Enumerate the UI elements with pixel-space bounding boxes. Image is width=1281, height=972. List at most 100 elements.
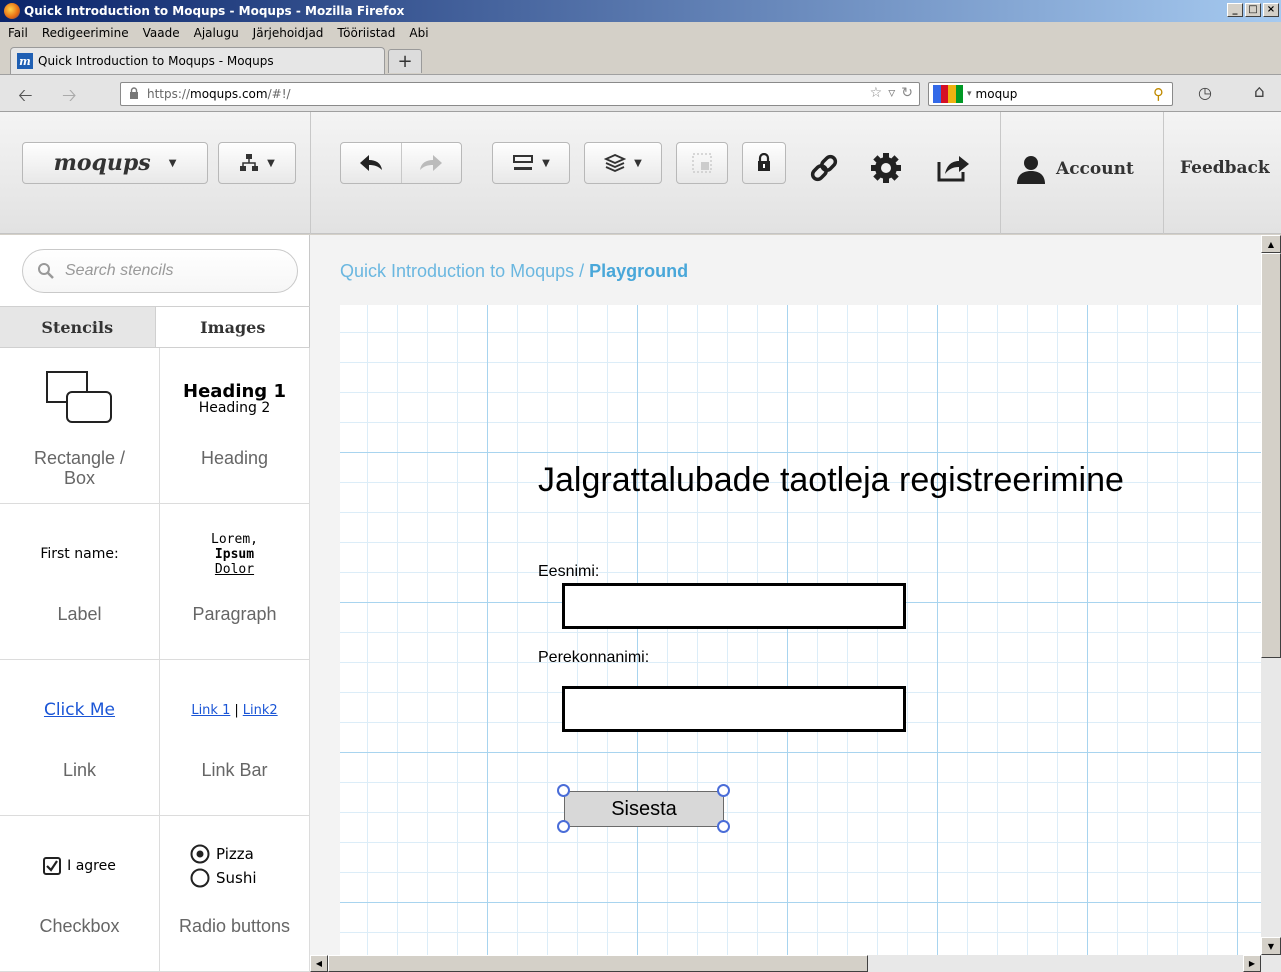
stencil-caption: Checkbox <box>39 916 120 936</box>
redo-button[interactable] <box>402 143 462 183</box>
menu-edit[interactable]: Redigeerimine <box>42 26 129 40</box>
bookmark-star-icon[interactable]: ☆ <box>870 85 883 101</box>
history-icon[interactable]: ◷ <box>1198 83 1212 102</box>
menu-tools[interactable]: Tööriistad <box>337 26 395 40</box>
stencil-caption: Rectangle / Box <box>33 448 126 488</box>
menu-bookmarks[interactable]: Järjehoidjad <box>253 26 324 40</box>
logo-menu-button[interactable]: moqups ▼ <box>22 142 208 184</box>
mockup-last-name-label[interactable]: Perekonnanimi: <box>538 649 649 667</box>
share-button[interactable] <box>935 152 971 187</box>
home-icon[interactable]: ⌂ <box>1254 82 1265 102</box>
heading-2-preview: Heading 2 <box>198 399 271 416</box>
dropdown-arrow-icon[interactable]: ▿ <box>888 85 895 101</box>
close-button[interactable]: × <box>1263 3 1279 17</box>
resize-handle-bottom-left[interactable] <box>557 820 570 833</box>
link-bar-separator: | <box>234 702 239 718</box>
horizontal-scrollbar[interactable]: ◀ ▶ <box>310 955 1281 972</box>
search-engine-dropdown-icon[interactable]: ▾ <box>967 89 972 99</box>
stencil-grid: Rectangle / Box Heading 1 Heading 2 Head… <box>0 348 310 972</box>
link-bar-preview-b: Link2 <box>242 702 278 718</box>
stencil-checkbox[interactable]: I agree Checkbox <box>0 816 160 972</box>
tab-stencils[interactable]: Stencils <box>0 307 156 347</box>
stencil-caption: Heading <box>200 448 269 468</box>
resize-handle-bottom-right[interactable] <box>717 820 730 833</box>
stencil-sidebar: Search stencils Stencils Images Rectangl… <box>0 235 310 972</box>
align-icon <box>513 155 534 170</box>
scroll-left-icon[interactable]: ◀ <box>310 955 328 972</box>
resize-handle-top-right[interactable] <box>717 784 730 797</box>
tab-title: Quick Introduction to Moqups - Moqups <box>38 54 274 68</box>
breadcrumb-page[interactable]: Playground <box>589 261 688 281</box>
link-button[interactable] <box>808 152 840 187</box>
stencil-tabs: Stencils Images <box>0 306 310 348</box>
lock-button[interactable] <box>742 142 786 184</box>
undo-redo-group <box>340 142 462 184</box>
mockup-first-name-label[interactable]: Eesnimi: <box>538 563 599 581</box>
search-bar[interactable]: ▾ moqup ⚲ <box>928 82 1173 106</box>
rectangle-icon <box>45 371 112 423</box>
forward-arrow-icon[interactable]: 🡢 <box>62 83 77 113</box>
label-preview: First name: <box>40 546 119 562</box>
undo-button[interactable] <box>341 143 402 183</box>
maximize-button[interactable]: □ <box>1245 3 1261 17</box>
group-button[interactable] <box>676 142 728 184</box>
tab-images[interactable]: Images <box>156 307 311 347</box>
stencil-radio-buttons[interactable]: Pizza Sushi Radio buttons <box>160 816 310 972</box>
layers-button[interactable]: ▼ <box>584 142 662 184</box>
address-bar[interactable]: https://moqups.com/#!/ ☆ ▿ ↻ <box>120 82 920 106</box>
stencil-link[interactable]: Click Me Link <box>0 660 160 816</box>
stencil-label[interactable]: First name: Label <box>0 504 160 660</box>
moqups-favicon-icon: m <box>17 53 33 69</box>
stencil-caption: Radio buttons <box>178 916 291 936</box>
menu-help[interactable]: Abi <box>409 26 428 40</box>
group-icon <box>692 153 712 173</box>
settings-button[interactable] <box>870 152 902 187</box>
canvas-area: Quick Introduction to Moqups / Playgroun… <box>310 235 1261 955</box>
menu-file[interactable]: Fail <box>8 26 28 40</box>
feedback-button[interactable]: Feedback <box>1180 158 1270 178</box>
stencil-heading[interactable]: Heading 1 Heading 2 Heading <box>160 348 310 504</box>
stencil-paragraph[interactable]: Lorem, Ipsum Dolor Paragraph <box>160 504 310 660</box>
toolbar: moqups ▼ ▼ ▼ ▼ Account Feedback <box>0 112 1281 234</box>
menu-history[interactable]: Ajalugu <box>194 26 239 40</box>
design-canvas[interactable]: Jalgrattalubade taotleja registreerimine… <box>340 305 1261 955</box>
radio-option-label: Sushi <box>216 869 257 887</box>
tab-bar: m Quick Introduction to Moqups - Moqups … <box>0 44 1281 74</box>
back-arrow-icon[interactable]: 🡠 <box>18 83 33 113</box>
menu-view[interactable]: Vaade <box>143 26 180 40</box>
stencil-caption: Paragraph <box>192 604 277 624</box>
lock-icon <box>130 87 138 99</box>
sitemap-button[interactable]: ▼ <box>218 142 296 184</box>
breadcrumb-project[interactable]: Quick Introduction to Moqups <box>340 261 574 281</box>
scroll-down-icon[interactable]: ▼ <box>1261 937 1281 955</box>
radio-unselected-icon <box>190 868 210 888</box>
align-button[interactable]: ▼ <box>492 142 570 184</box>
vertical-scrollbar[interactable]: ▲ ▼ <box>1261 235 1281 955</box>
search-stencils-input[interactable]: Search stencils <box>22 249 298 293</box>
chevron-down-icon: ▼ <box>267 157 275 169</box>
navigation-bar: 🡠 🡢 https://moqups.com/#!/ ☆ ▿ ↻ ▾ moqup… <box>0 74 1281 112</box>
mockup-submit-button[interactable]: Sisesta <box>564 791 724 827</box>
horizontal-scroll-thumb[interactable] <box>328 955 868 972</box>
mockup-last-name-field[interactable] <box>562 686 906 732</box>
resize-handle-top-left[interactable] <box>557 784 570 797</box>
minimize-button[interactable]: _ <box>1227 3 1243 17</box>
menu-bar: Fail Redigeerimine Vaade Ajalugu Järjeho… <box>0 22 1281 44</box>
stencil-caption: Link <box>62 760 97 780</box>
scroll-right-icon[interactable]: ▶ <box>1243 955 1261 972</box>
search-input[interactable]: moqup <box>976 87 1018 101</box>
search-icon[interactable]: ⚲ <box>1153 85 1164 103</box>
stencil-rectangle[interactable]: Rectangle / Box <box>0 348 160 504</box>
stencil-link-bar[interactable]: Link 1 | Link2 Link Bar <box>160 660 310 816</box>
mockup-first-name-field[interactable] <box>562 583 906 629</box>
google-icon[interactable] <box>933 85 963 103</box>
account-button[interactable]: Account <box>1014 154 1134 184</box>
heading-1-preview: Heading 1 <box>183 380 286 402</box>
vertical-scroll-thumb[interactable] <box>1261 253 1281 658</box>
search-icon <box>38 263 54 279</box>
mockup-heading[interactable]: Jalgrattalubade taotleja registreerimine <box>538 461 1124 500</box>
new-tab-button[interactable]: + <box>388 49 422 73</box>
reload-icon[interactable]: ↻ <box>901 85 913 101</box>
browser-tab[interactable]: m Quick Introduction to Moqups - Moqups <box>10 47 385 74</box>
scroll-up-icon[interactable]: ▲ <box>1261 235 1281 253</box>
